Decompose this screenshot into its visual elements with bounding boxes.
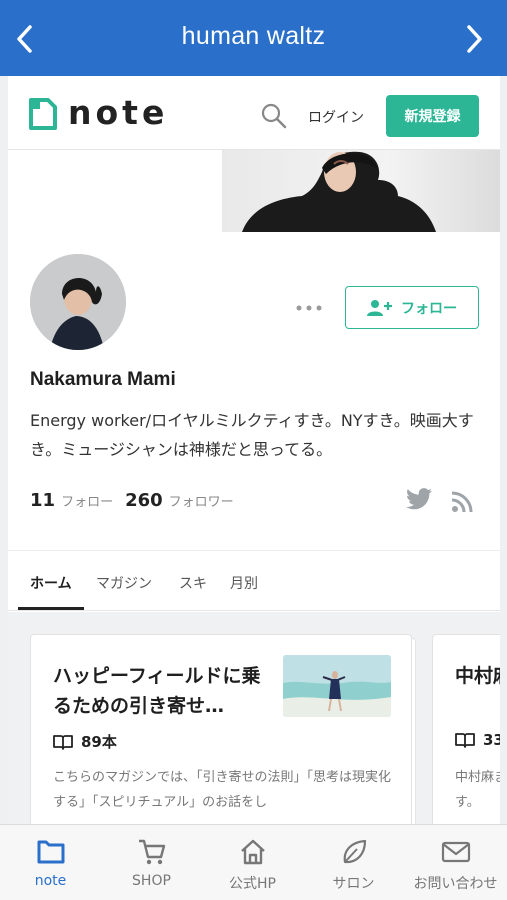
bottom-nav: note SHOP 公式HP サロン お問い合わせ: [0, 824, 507, 900]
more-icon: [296, 305, 322, 311]
leaf-icon: [343, 839, 366, 864]
more-options-button[interactable]: [294, 296, 324, 320]
nav-note-label: note: [34, 873, 67, 889]
rss-icon: [451, 491, 473, 513]
cart-icon: [138, 839, 165, 865]
nav-official-hp[interactable]: 公式HP: [202, 837, 303, 893]
avatar[interactable]: [30, 254, 126, 350]
nav-note[interactable]: note: [0, 837, 101, 889]
follow-button[interactable]: フォロー: [345, 286, 479, 329]
magazine-feed: ハッピーフィールドに乗るための引き寄せ… 89本 こちらのマガジンでは、「引き寄…: [8, 612, 500, 824]
nav-shop[interactable]: SHOP: [101, 837, 202, 889]
chevron-right-icon: [467, 25, 482, 53]
nav-contact-label: お問い合わせ: [413, 876, 498, 892]
note-page: note ログイン 新規登録 フォロー Nakamura Mami Energy…: [8, 76, 500, 824]
magazine-description: 中村麻ます。: [455, 770, 500, 810]
follow-stats: 11 フォロー 260 フォロワー: [30, 490, 246, 511]
magazine-description: こちらのマガジンでは、「引き寄せの法則」「思考は現実化する」「スピリチュアル」の…: [53, 770, 392, 810]
follower-count[interactable]: 260: [125, 490, 163, 511]
magazine-title: 中村麻: [455, 665, 500, 687]
tab-magazine[interactable]: マガジン: [96, 573, 152, 593]
magazine-title: ハッピーフィールドに乗るための引き寄せ…: [53, 665, 261, 717]
book-icon: [53, 734, 73, 750]
note-header: note ログイン 新規登録: [8, 76, 500, 150]
nav-contact[interactable]: お問い合わせ: [404, 837, 507, 893]
note-icon: [37, 840, 64, 864]
forward-button[interactable]: [457, 22, 491, 56]
nav-salon[interactable]: サロン: [303, 837, 404, 893]
nav-salon-label: サロン: [332, 876, 375, 892]
follow-label: フォロー: [401, 300, 457, 317]
profile-tabs: ホーム マガジン スキ 月別: [8, 551, 500, 611]
follower-label[interactable]: フォロワー: [169, 491, 234, 510]
cover-photo: [222, 150, 500, 232]
magazine-card[interactable]: 中村麻 33 中村麻ます。: [432, 634, 500, 824]
note-logo-icon: [29, 98, 57, 130]
avatar-photo: [30, 254, 126, 350]
mail-icon: [441, 841, 470, 863]
book-icon: [455, 733, 475, 748]
magazine-card[interactable]: ハッピーフィールドに乗るための引き寄せ… 89本 こちらのマガジンでは、「引き寄…: [30, 634, 412, 824]
tab-home[interactable]: ホーム: [30, 573, 72, 593]
following-count[interactable]: 11: [30, 490, 55, 511]
magazine-thumbnail: [283, 655, 391, 717]
nav-official-hp-label: 公式HP: [229, 876, 276, 892]
cover-image: [8, 150, 500, 232]
home-icon: [240, 839, 265, 865]
magazine-article-count: 33: [455, 731, 500, 749]
tab-likes[interactable]: スキ: [179, 573, 207, 593]
note-logo-text: note: [68, 92, 169, 132]
login-link[interactable]: ログイン: [308, 107, 364, 127]
article-count-label: 89本: [81, 733, 117, 751]
nav-shop-label: SHOP: [132, 873, 171, 889]
magazine-article-count: 89本: [53, 731, 117, 752]
app-topbar: human waltz: [0, 0, 507, 76]
app-title: human waltz: [181, 22, 326, 50]
search-icon: [261, 103, 287, 129]
profile-bio: Energy worker/ロイヤルミルクティすき。NYすき。映画大すき。ミュー…: [30, 411, 474, 459]
signup-button[interactable]: 新規登録: [386, 95, 479, 137]
profile-name: Nakamura Mami: [30, 369, 176, 390]
add-user-icon: [367, 299, 392, 316]
following-label[interactable]: フォロー: [61, 491, 113, 510]
article-count-label: 33: [483, 731, 500, 749]
rss-link[interactable]: [451, 491, 473, 517]
search-button[interactable]: [260, 102, 288, 130]
twitter-link[interactable]: [406, 488, 432, 514]
active-tab-indicator: [18, 607, 84, 610]
note-logo[interactable]: note: [28, 92, 169, 132]
tab-monthly[interactable]: 月別: [230, 573, 258, 593]
twitter-icon: [406, 488, 432, 510]
